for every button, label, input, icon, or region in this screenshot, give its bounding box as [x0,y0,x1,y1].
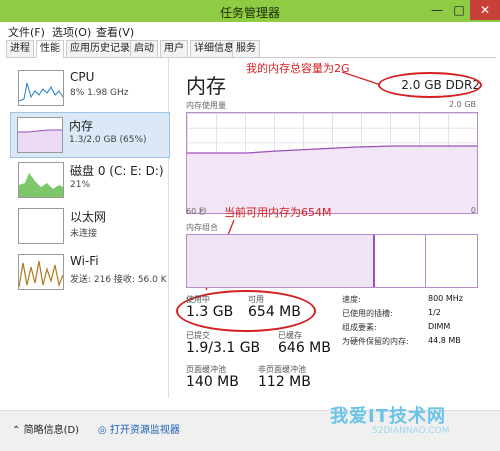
disk-thumbnail-graph [18,162,64,198]
committed-value: 1.9/3.1 GB [186,340,261,356]
ethernet-thumbnail-graph [18,208,64,244]
speed-label: 速度: [342,295,361,304]
memory-usage-max: 2.0 GB [449,100,476,109]
tab-details[interactable]: 详细信息 [190,40,238,57]
menu-file[interactable]: 文件(F) [8,24,45,40]
sidebar-wifi-title: Wi-Fi [70,254,99,268]
in-use-value: 1.3 GB [186,304,234,320]
close-button[interactable]: ✕ [470,0,500,20]
tab-processes[interactable]: 进程 [6,40,34,57]
tab-startup[interactable]: 启动 [130,40,158,57]
cached-value: 646 MB [278,340,331,356]
sidebar-wifi-sub: 发送: 216 接收: 56.0 K [70,275,167,285]
tab-services[interactable]: 服务 [232,40,260,57]
sidebar-disk-title: 磁盘 0 (C: E: D:) [70,164,164,178]
memory-detail-panel: 内存 2.0 GB DDR2 我的内存总容量为2G 内存使用量 2.0 GB 6… [172,58,494,398]
sidebar-item-cpu[interactable]: CPU 8% 1.98 GHz [12,66,170,110]
annotation-arrow-total [342,71,379,85]
speed-value: 800 MHz [428,294,463,303]
maximize-button[interactable]: □ [448,0,470,20]
composition-divider [373,235,375,287]
time-axis-right: 0 [470,206,476,215]
form-factor-value: DIMM [428,322,451,331]
sidebar-item-memory[interactable]: 内存 1.3/2.0 GB (65%) [10,112,170,158]
watermark-domain: 52DIANNAO.COM [372,426,450,436]
annotation-total: 我的内存总容量为2G [246,62,350,75]
menu-bar: 文件(F) 选项(O) 查看(V) [0,22,500,40]
cpu-thumbnail-graph [18,70,64,106]
sidebar-item-ethernet[interactable]: 以太网 未连接 [12,204,170,248]
tab-strip: 进程 性能 应用历史记录 启动 用户 详细信息 服务 [6,40,496,58]
paged-pool-value: 140 MB [186,374,239,390]
tab-app-history[interactable]: 应用历史记录 [66,40,134,57]
minimize-button[interactable]: — [426,0,448,20]
sidebar-item-disk[interactable]: 磁盘 0 (C: E: D:) 21% [12,158,170,202]
form-factor-label: 组成要素: [342,323,377,332]
title-bar: 任务管理器 — □ ✕ [0,0,500,22]
composition-label: 内存组合 [186,223,218,232]
task-manager-window: 任务管理器 — □ ✕ 文件(F) 选项(O) 查看(V) 进程 性能 应用历史… [0,0,500,451]
sidebar-memory-sub: 1.3/2.0 GB (65%) [69,135,147,145]
open-resource-monitor-link[interactable]: ◎ 打开资源监视器 [98,421,180,436]
sidebar-cpu-sub: 8% 1.98 GHz [70,88,129,98]
resource-sidebar: CPU 8% 1.98 GHz 内存 1.3/2.0 GB (65%) 磁盘 0… [6,58,170,398]
sidebar-disk-sub: 21% [70,180,91,190]
memory-composition-bar [186,234,478,288]
composition-in-use [187,235,373,287]
composition-divider-2 [425,235,426,287]
memory-thumbnail-graph [17,117,63,153]
memory-usage-line [187,145,477,213]
available-value: 654 MB [248,304,301,320]
sidebar-memory-title: 内存 [69,119,94,133]
menu-options[interactable]: 选项(O) [52,24,91,40]
slots-used-label: 已使用的插槽: [342,309,393,318]
sidebar-ethernet-sub: 未连接 [70,229,98,239]
sidebar-item-wifi[interactable]: Wi-Fi 发送: 216 接收: 56.0 K [12,250,170,294]
window-title: 任务管理器 [219,6,280,20]
menu-view[interactable]: 查看(V) [96,24,134,40]
memory-usage-label: 内存使用量 [186,101,226,110]
memory-usage-graph [186,112,478,214]
wifi-thumbnail-graph [18,254,64,290]
chevron-up-icon: ⌃ [12,425,21,436]
nonpaged-pool-value: 112 MB [258,374,311,390]
annotation-ellipse-total [378,72,482,98]
page-title: 内存 [186,74,226,98]
watermark-logo-text: 我爱IT技术网 [330,406,446,427]
sidebar-ethernet-title: 以太网 [70,210,107,224]
resource-monitor-icon: ◎ [98,425,107,436]
sidebar-cpu-title: CPU [70,70,95,84]
open-resource-monitor-label: 打开资源监视器 [109,425,180,436]
brief-details-button[interactable]: ⌃ 简略信息(D) [12,421,79,436]
hw-reserved-value: 44.8 MB [428,336,461,345]
slots-used-value: 1/2 [428,308,441,317]
tab-performance[interactable]: 性能 [36,40,64,58]
brief-details-label: 简略信息(D) [23,425,80,436]
tab-users[interactable]: 用户 [160,40,188,57]
hw-reserved-label: 为硬件保留的内存: [342,337,409,346]
